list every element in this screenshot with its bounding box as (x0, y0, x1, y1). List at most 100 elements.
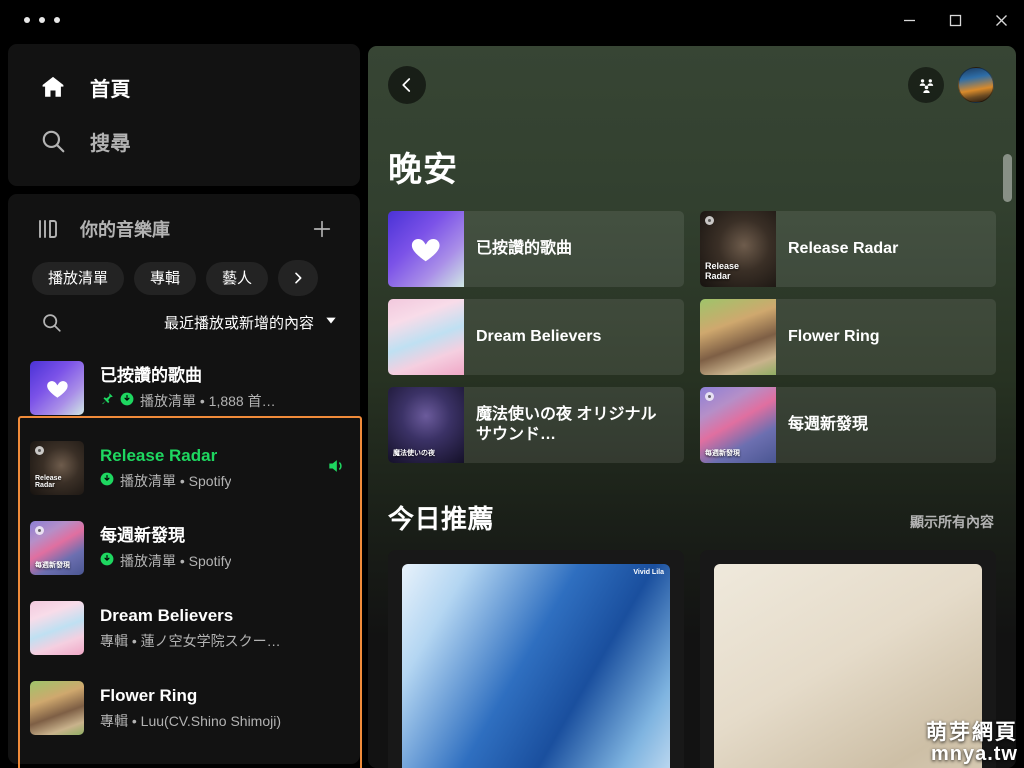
library-filter-chips: 播放清單 專輯 藝人 (8, 256, 360, 296)
shortcut-tile[interactable]: 魔法使いの夜 魔法使いの夜 オリジナルサウンド… (388, 387, 684, 463)
playlist-subtitle: 播放清單 • Spotify (120, 552, 232, 569)
page-title: 晚安 (388, 151, 458, 189)
cover-label: 每週新發現 (35, 562, 70, 570)
top-bar-actions (908, 67, 994, 103)
maximize-button[interactable] (932, 0, 978, 40)
library-sort-button[interactable]: 最近播放或新增的內容 (164, 312, 338, 333)
shortcut-cover (388, 211, 464, 287)
filter-chip-playlists[interactable]: 播放清單 (32, 261, 125, 295)
list-item[interactable]: Flower Ring 專輯 • Luu(CV.Shino Shimoji) (20, 668, 360, 748)
cover-label: Release Radar (35, 474, 62, 490)
dot-2 (39, 17, 45, 23)
main-content: 晚安 已按讚的歌曲 Release Radar Release Radar Dr… (368, 46, 1016, 768)
scrollbar-thumb[interactable] (1003, 154, 1012, 202)
filter-chip-albums[interactable]: 專輯 (134, 261, 197, 295)
playlist-subtitle-row: 專輯 • 蓮ノ空女学院スクー… (100, 631, 352, 651)
library-icon (34, 215, 62, 243)
recommendation-card-row: Vivid Lilа (368, 550, 1016, 768)
spotify-badge-icon (35, 526, 44, 535)
library-title: 你的音樂庫 (80, 220, 170, 240)
title-bar (0, 0, 1024, 40)
sidebar-item-search-label: 搜尋 (90, 132, 131, 155)
shortcut-tile[interactable]: Flower Ring (700, 299, 996, 375)
playlist-cover (30, 681, 84, 735)
playlist-title: Dream Believers (100, 606, 234, 626)
friends-activity-icon[interactable] (908, 67, 944, 103)
window-menu-dots[interactable] (24, 17, 60, 23)
filter-chip-artists[interactable]: 藝人 (206, 261, 269, 295)
playlist-cover (30, 361, 84, 415)
close-button[interactable] (978, 0, 1024, 40)
library-search-icon[interactable] (38, 309, 64, 335)
album-cover: Vivid Lilа (402, 564, 670, 768)
shortcut-tile[interactable]: 每週新發現 每週新發現 (700, 387, 996, 463)
playlist-title: 每週新發現 (100, 526, 185, 546)
see-all-link[interactable]: 顯示所有內容 (910, 512, 994, 536)
shortcut-cover (388, 299, 464, 375)
playlist-subtitle-row: 播放清單 • Spotify (100, 471, 318, 491)
back-button[interactable] (388, 66, 426, 104)
downloaded-icon (100, 472, 114, 489)
vertical-scrollbar[interactable] (1003, 106, 1012, 756)
dot-3 (54, 17, 60, 23)
section-title: 今日推薦 (388, 504, 495, 534)
cover-label: 魔法使いの夜 (393, 450, 435, 458)
shortcut-title: Release Radar (788, 239, 899, 257)
user-avatar[interactable] (958, 67, 994, 103)
shortcut-tile[interactable]: 已按讚的歌曲 (388, 211, 684, 287)
spotify-badge-icon (35, 446, 44, 455)
shortcut-title: 魔法使いの夜 オリジナルサウンド… (476, 405, 657, 443)
sidebar-item-home-label: 首頁 (90, 78, 131, 101)
search-icon (38, 126, 68, 156)
shortcut-title: Dream Believers (476, 327, 602, 345)
shortcut-tile[interactable]: Dream Believers (388, 299, 684, 375)
primary-nav-card: 首頁 搜尋 (8, 44, 360, 186)
playlist-subtitle-row: 播放清單 • 1,888 首… (100, 391, 352, 411)
content-top-bar (368, 46, 1016, 124)
sidebar-item-search[interactable]: 搜尋 (8, 114, 360, 168)
cover-label: 每週新發現 (705, 450, 740, 458)
shortcut-cover: 魔法使いの夜 (388, 387, 464, 463)
playlist-subtitle: 專輯 • 蓮ノ空女学院スクー… (100, 632, 281, 649)
playlist-meta: Release Radar 播放清單 • Spotify (100, 445, 326, 490)
chevron-down-icon (324, 313, 338, 331)
shortcut-cover (700, 299, 776, 375)
dot-1 (24, 17, 30, 23)
list-item[interactable]: Dream Believers 專輯 • 蓮ノ空女学院スクー… (20, 588, 360, 668)
list-item[interactable]: Release Radar Release Radar 播放清單 • Spotif… (20, 428, 360, 508)
shortcut-title: 每週新發現 (788, 415, 869, 433)
minimize-button[interactable] (886, 0, 932, 40)
downloaded-icon (120, 392, 134, 409)
playlist-cover: Release Radar (30, 441, 84, 495)
main-scroll-area[interactable]: 晚安 已按讚的歌曲 Release Radar Release Radar Dr… (368, 46, 1016, 768)
pin-icon (100, 392, 114, 409)
section-header: 今日推薦 顯示所有內容 (368, 463, 1016, 550)
list-item[interactable]: 已按讚的歌曲 播放清單 • 1,888 首… (20, 348, 360, 428)
playlist-subtitle: 專輯 • Luu(CV.Shino Shimoji) (100, 712, 282, 729)
playlist-meta: 已按讚的歌曲 播放清單 • 1,888 首… (100, 365, 360, 410)
downloaded-icon (100, 552, 114, 569)
playlist-subtitle: 播放清單 • Spotify (120, 472, 232, 489)
album-card[interactable] (700, 550, 996, 768)
add-playlist-button[interactable] (306, 213, 338, 245)
shortcut-title: Flower Ring (788, 327, 880, 345)
home-icon (38, 72, 68, 102)
sidebar-item-home[interactable]: 首頁 (8, 60, 360, 114)
playlist-subtitle-row: 專輯 • Luu(CV.Shino Shimoji) (100, 711, 352, 731)
list-item[interactable]: 每週新發現 每週新發現 播放清單 • Spotify (20, 508, 360, 588)
shortcut-tile[interactable]: Release Radar Release Radar (700, 211, 996, 287)
chevron-right-icon[interactable] (278, 260, 319, 296)
album-card[interactable]: Vivid Lilа (388, 550, 684, 768)
cover-label: Release Radar (705, 261, 740, 282)
spotify-desktop-window: 首頁 搜尋 你的音樂庫 播放清單 專輯 藝人 最近播放或新增的內容 已按讚的歌曲… (0, 0, 1024, 768)
playlist-subtitle-row: 播放清單 • Spotify (100, 551, 352, 571)
shortcut-title: 已按讚的歌曲 (476, 239, 573, 257)
playlist-title: Flower Ring (100, 686, 198, 706)
shortcut-cover: Release Radar (700, 211, 776, 287)
now-playing-speaker-icon (326, 456, 360, 481)
shortcuts-grid: 已按讚的歌曲 Release Radar Release Radar Dream … (368, 211, 1016, 463)
window-controls (886, 0, 1024, 40)
shortcut-cover: 每週新發現 (700, 387, 776, 463)
playlist-title: 已按讚的歌曲 (100, 366, 202, 386)
playlist-meta: Flower Ring 專輯 • Luu(CV.Shino Shimoji) (100, 685, 360, 730)
